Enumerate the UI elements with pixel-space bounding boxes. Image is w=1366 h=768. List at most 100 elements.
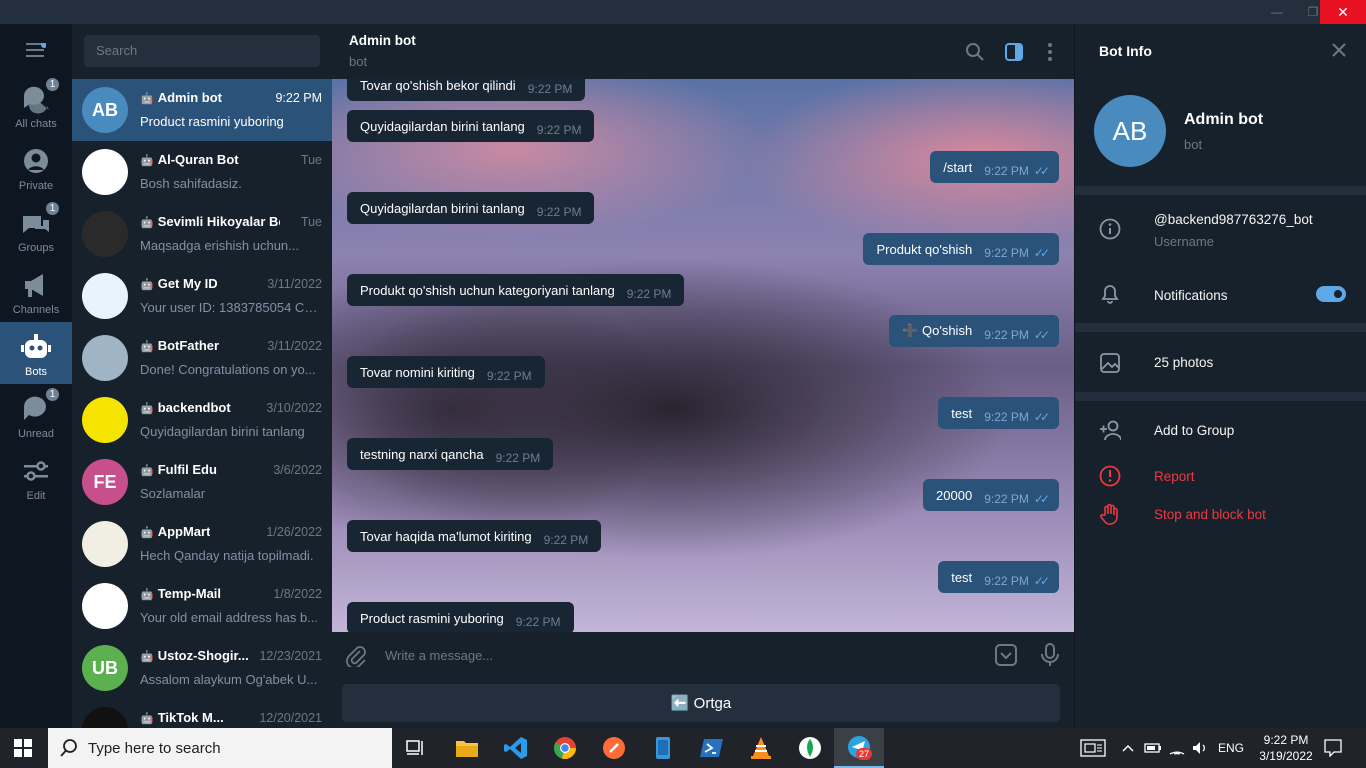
outgoing-message[interactable]: 20000 9:22 PM ✓✓: [923, 479, 1059, 511]
incoming-message[interactable]: testning narxi qancha 9:22 PM: [347, 438, 554, 470]
toggle-info-button[interactable]: [1003, 41, 1025, 63]
incoming-message[interactable]: Tovar qo'shish bekor qilindi 9:22 PM: [347, 79, 586, 101]
double-check-icon: ✓✓: [1033, 492, 1050, 506]
chat-preview: Your user ID: 1383785054 Cur...: [140, 300, 322, 315]
language-indicator[interactable]: ENG: [1218, 728, 1244, 768]
report-row[interactable]: Report: [1075, 456, 1366, 496]
powershell-icon: [700, 739, 723, 757]
folder-groups[interactable]: 1 Groups: [0, 198, 72, 260]
incoming-message[interactable]: Quyidagilardan birini tanlang 9:22 PM: [347, 192, 595, 224]
chat-list-item[interactable]: FE 🤖 Fulfil Edu 3/6/2022 Sozlamalar: [72, 451, 332, 513]
chat-preview: Bosh sahifadasiz.: [140, 176, 242, 191]
search-chat-button[interactable]: [964, 41, 986, 63]
clock[interactable]: 9:22 PM 3/19/2022: [1254, 728, 1318, 768]
chat-list-item[interactable]: 🤖 Temp-Mail 1/8/2022 Your old email address…: [72, 575, 332, 637]
chat-avatar: AB: [82, 87, 128, 133]
close-icon: [1332, 43, 1346, 57]
chat-list-item[interactable]: AB 🤖 Admin bot 9:22 PM Product rasmini yubor…: [72, 79, 332, 141]
close-info-button[interactable]: [1331, 42, 1347, 63]
paperclip-icon: [346, 646, 366, 669]
bot-avatar[interactable]: AB: [1094, 95, 1166, 167]
action-center-button[interactable]: [1080, 728, 1106, 768]
outgoing-message[interactable]: /start 9:22 PM ✓✓: [930, 151, 1059, 183]
folder-private[interactable]: Private: [0, 136, 72, 198]
folder-bots[interactable]: Bots: [0, 322, 72, 384]
incoming-message[interactable]: Product rasmini yuboring 9:22 PM: [347, 602, 574, 632]
telegram-taskbar-button[interactable]: 27: [834, 728, 884, 768]
chat-list-item[interactable]: UB 🤖 Ustoz-Shogir... 12/23/2021 Assalom alay…: [72, 637, 332, 699]
chat-name: 🤖 Temp-Mail: [140, 586, 222, 601]
composer: Write a message...: [332, 632, 1074, 679]
chat-header[interactable]: Admin bot bot: [332, 24, 1074, 79]
bot-icon: 🤖: [140, 589, 154, 601]
sliders-icon: [21, 456, 51, 486]
chat-time: 3/11/2022: [267, 277, 322, 291]
folder-unread[interactable]: 1 Unread: [0, 384, 72, 446]
chrome-button[interactable]: [549, 732, 581, 764]
message-input[interactable]: Write a message...: [385, 648, 493, 663]
chat-time: 3/11/2022: [267, 339, 322, 353]
postman-button[interactable]: [598, 732, 630, 764]
outgoing-message[interactable]: Produkt qo'shish 9:22 PM ✓✓: [863, 233, 1059, 265]
start-button[interactable]: [14, 739, 32, 762]
chat-list-item[interactable]: 🤖 backendbot 3/10/2022 Quyidagilardan birin…: [72, 389, 332, 451]
incoming-message[interactable]: Tovar nomini kiriting 9:22 PM: [347, 356, 545, 388]
volume-button[interactable]: [1192, 728, 1208, 768]
notifications-toggle[interactable]: [1316, 286, 1346, 302]
show-hidden-icons-button[interactable]: [1122, 728, 1134, 768]
folder-all-chats[interactable]: 1 All chats: [0, 74, 72, 136]
phone-app-button[interactable]: [647, 732, 679, 764]
taskbar-search-input[interactable]: Type here to search: [48, 728, 392, 768]
wifi-button[interactable]: [1169, 728, 1185, 768]
vscode-icon: [504, 737, 527, 759]
chat-time: 1/8/2022: [273, 587, 322, 601]
chat-list-item[interactable]: 🤖 TikTok M... 12/20/2021: [72, 699, 332, 728]
mongodb-compass-button[interactable]: [794, 732, 826, 764]
outgoing-message[interactable]: ➕ Qo'shish 9:22 PM ✓✓: [889, 315, 1059, 347]
chat-preview: Product rasmini yuboring: [140, 114, 284, 129]
incoming-message[interactable]: Tovar haqida ma'lumot kiriting 9:22 PM: [347, 520, 602, 552]
powershell-button[interactable]: [696, 732, 728, 764]
stop-block-row[interactable]: Stop and block bot: [1075, 494, 1366, 534]
folder-icon: [456, 741, 478, 757]
chat-time: 1/26/2022: [266, 525, 322, 539]
add-to-group-row[interactable]: Add to Group: [1075, 410, 1366, 450]
incoming-message[interactable]: Quyidagilardan birini tanlang 9:22 PM: [347, 110, 595, 142]
file-explorer-button[interactable]: [451, 732, 483, 764]
close-window-button[interactable]: ✕: [1320, 0, 1366, 24]
vscode-button[interactable]: [500, 732, 532, 764]
vlc-icon: [751, 737, 771, 759]
chat-list-item[interactable]: 🤖 BotFather 3/11/2022 Done! Congratulations…: [72, 327, 332, 389]
attach-button[interactable]: [345, 645, 367, 672]
task-view-button[interactable]: [400, 732, 432, 764]
user-icon: [21, 146, 51, 176]
voice-record-button[interactable]: [1040, 643, 1060, 672]
report-label: Report: [1154, 469, 1195, 484]
folder-edit[interactable]: Edit: [0, 446, 72, 508]
outgoing-message[interactable]: test 9:22 PM ✓✓: [938, 561, 1059, 593]
more-options-button[interactable]: [1039, 41, 1061, 63]
chat-list-item[interactable]: 🤖 Al-Quran Bot Tue Bosh sahifadasiz.: [72, 141, 332, 203]
battery-button[interactable]: [1144, 728, 1162, 768]
keyboard-button-ortga[interactable]: ⬅️ Ortga: [342, 684, 1060, 722]
folder-sidebar: 1 All chats Private 1 Groups Channels Bo…: [0, 24, 72, 728]
search-input[interactable]: Search: [84, 35, 320, 67]
bot-status: bot: [1184, 137, 1203, 152]
chat-list-item[interactable]: 🤖 AppMart 1/26/2022 Hech Qanday natija topi…: [72, 513, 332, 575]
search-icon: [966, 43, 984, 61]
incoming-message[interactable]: Produkt qo'shish uchun kategoriyani tanl…: [347, 274, 685, 306]
outgoing-message[interactable]: test 9:22 PM ✓✓: [938, 397, 1059, 429]
chat-list-item[interactable]: 🤖 Sevimli Hikoyalar Bot Tue Maqsadga erishi…: [72, 203, 332, 265]
notification-center-button[interactable]: [1324, 728, 1342, 768]
bot-keyboard-button[interactable]: [995, 644, 1017, 671]
chat-time: Tue: [300, 215, 322, 229]
vlc-button[interactable]: [745, 732, 777, 764]
photos-row[interactable]: 25 photos: [1075, 342, 1366, 384]
chat-preview: Done! Congratulations on yo...: [140, 362, 316, 377]
menu-button[interactable]: [26, 42, 47, 57]
chrome-icon: [554, 737, 576, 760]
more-vertical-icon: [1048, 43, 1052, 61]
folder-channels[interactable]: Channels: [0, 260, 72, 322]
message-area[interactable]: Tovar qo'shish bekor qilindi 9:22 PM Quyid…: [332, 79, 1074, 632]
chat-list-item[interactable]: 🤖 Get My ID 3/11/2022 Your user ID: 1383785…: [72, 265, 332, 327]
